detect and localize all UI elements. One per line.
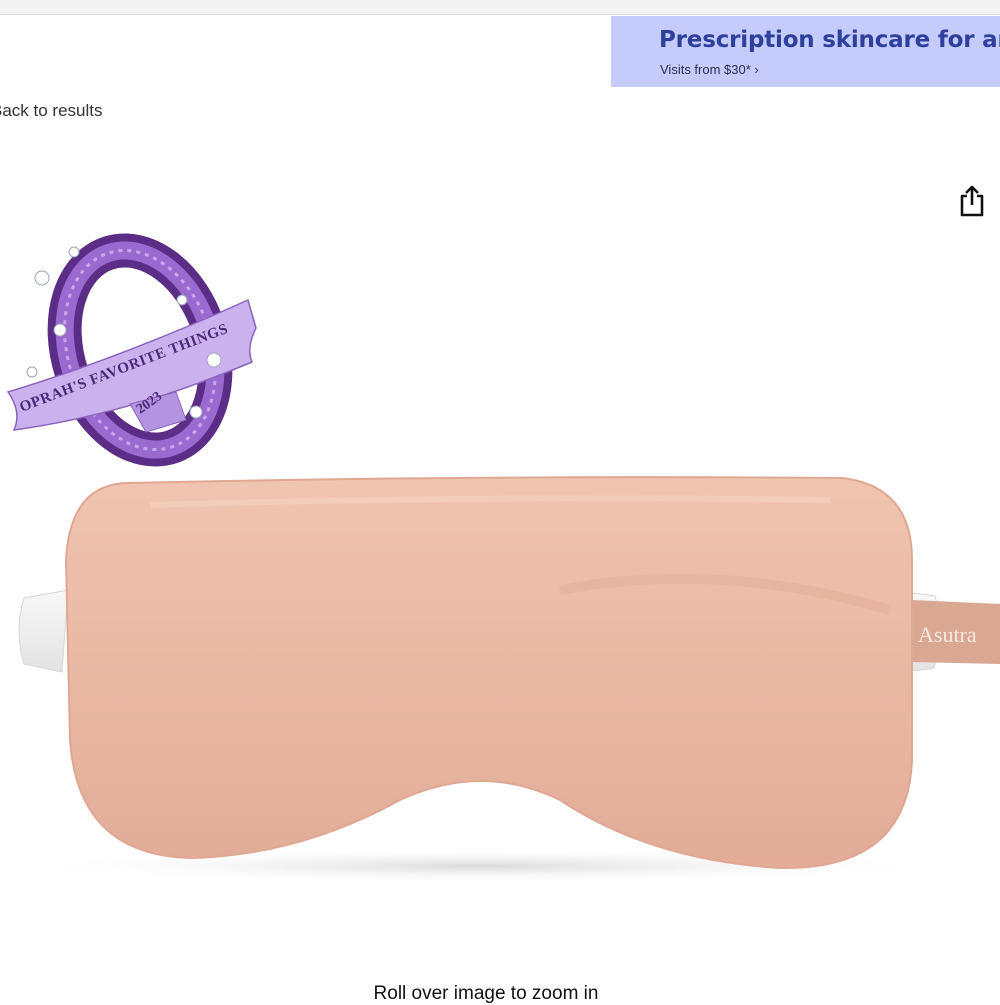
back-to-results-link[interactable]: Back to results — [0, 101, 103, 121]
top-strip — [0, 0, 1000, 15]
zoom-hint: Roll over image to zoom in — [373, 983, 599, 1004]
strap-left — [18, 589, 69, 673]
ad-subtext: Visits from $30* › — [660, 62, 759, 77]
brand-tag-label: Asutra — [918, 622, 977, 647]
sponsored-ad-banner[interactable]: Prescription skincare for anti-aging Vis… — [611, 16, 1000, 87]
ad-headline: Prescription skincare for anti-aging — [659, 27, 1000, 53]
sleep-mask — [64, 476, 913, 870]
oprahs-favorite-things-badge: OPRAH'S FAVORITE THINGS 2023 — [6, 233, 257, 467]
product-image[interactable]: Asutra OPRAH'S FAVORITE THINGS 2023 — [0, 225, 1000, 925]
share-icon — [960, 185, 984, 217]
share-button[interactable] — [956, 183, 988, 217]
